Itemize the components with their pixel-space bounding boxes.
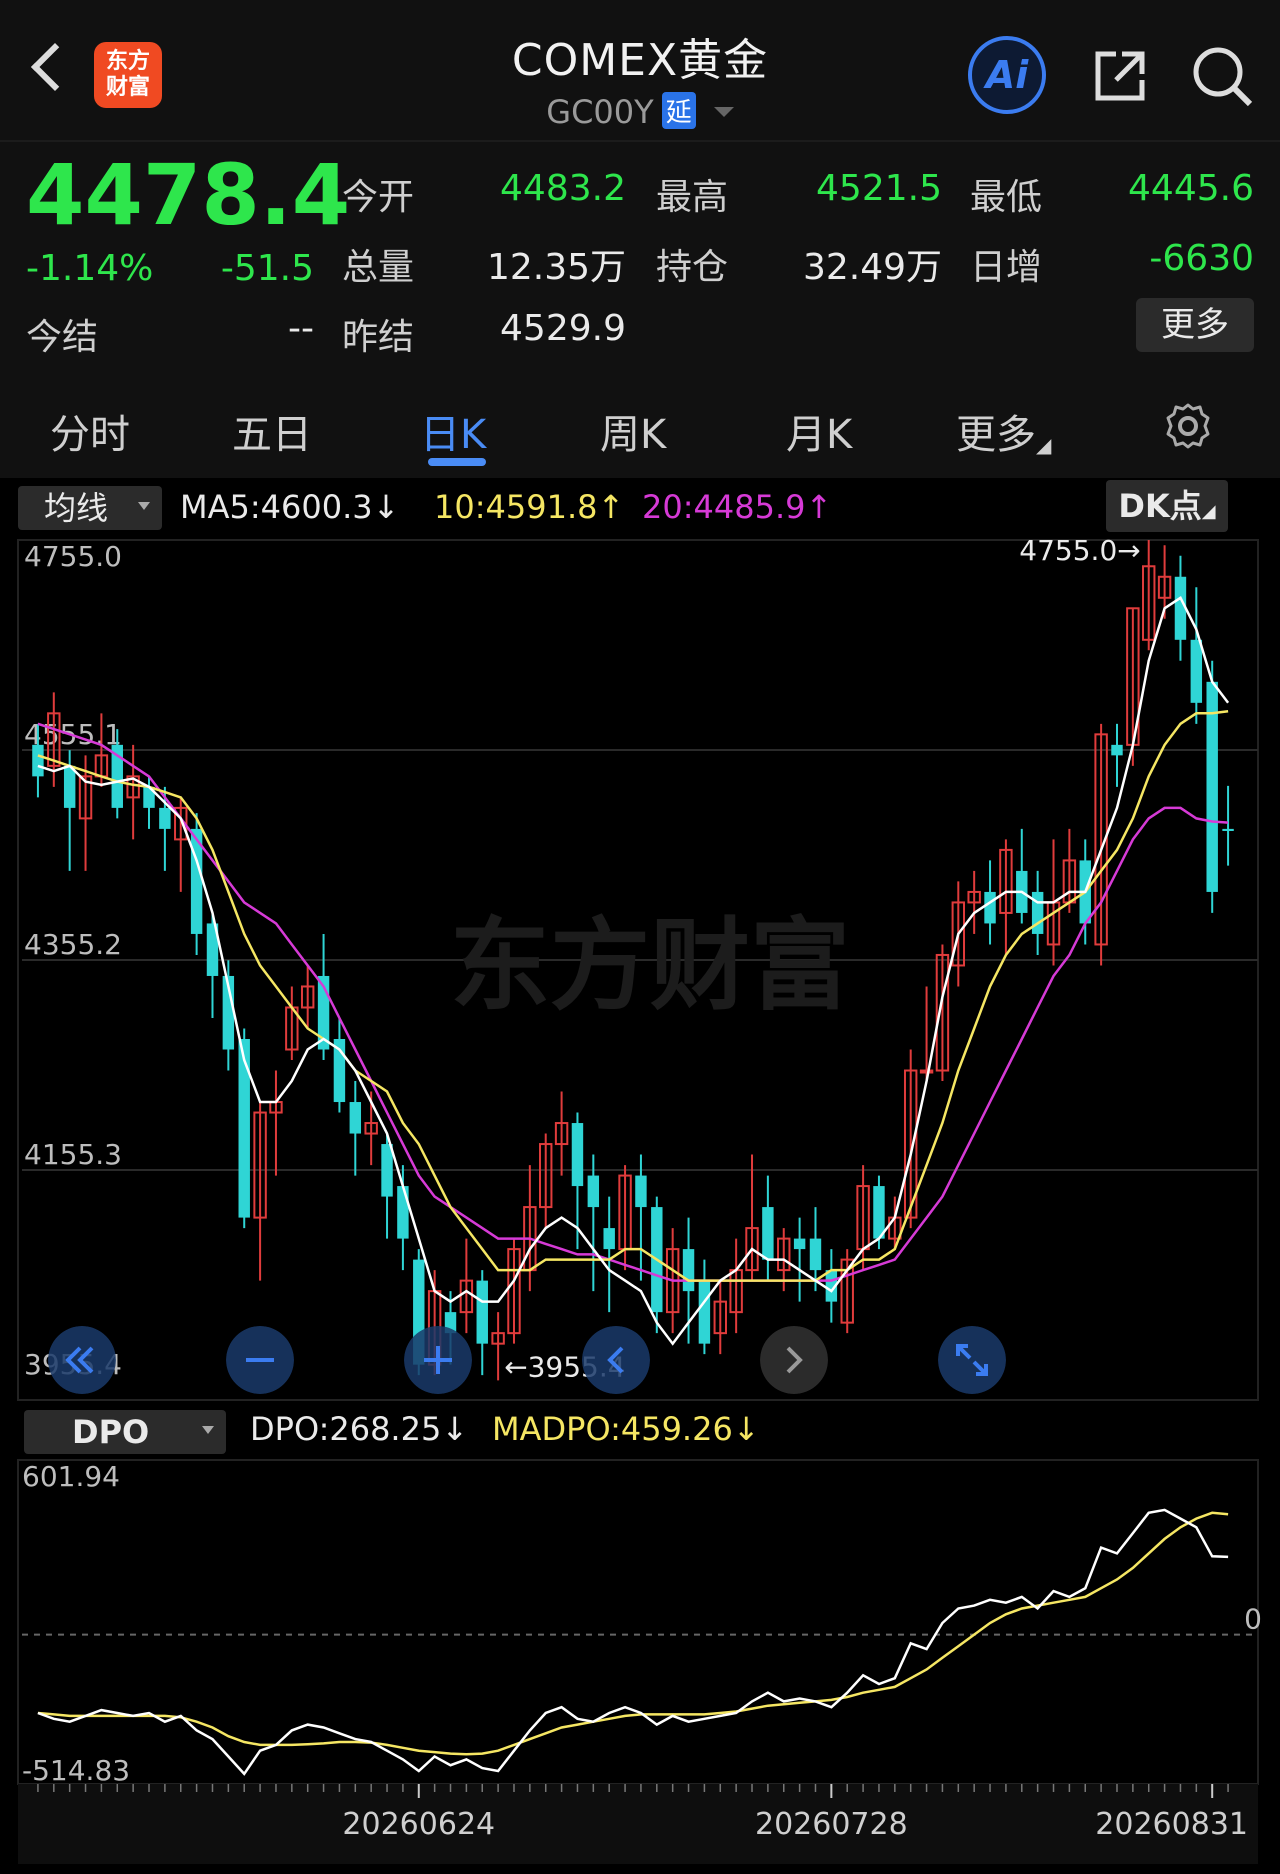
candle-body [809,1238,822,1271]
x-axis-band [18,1784,1258,1864]
y-tick-label: 4155.3 [24,1138,122,1171]
zoom-in-icon[interactable] [404,1326,472,1394]
y-axis-labels: 4755.04555.14355.24155.33955.4 [24,540,122,1381]
candle-body [381,1144,393,1197]
scroll-left-icon[interactable] [582,1326,650,1394]
candle-body [397,1186,409,1239]
high-marker: 4755.0→ [1019,534,1140,567]
candle-body [793,1238,806,1250]
candle-body [1222,828,1234,831]
dpo-tick-label: 601.94 [22,1460,120,1493]
candle-body [238,1038,250,1218]
candle-body [919,1069,934,1074]
candle-body [476,1280,488,1344]
candle-body [698,1280,711,1344]
scroll-right-icon[interactable] [760,1326,828,1394]
candle-body [587,1175,600,1208]
candle-body [159,807,171,829]
y-tick-label: 4355.2 [24,928,122,961]
candle-body [1111,744,1123,756]
candle-body [1190,639,1203,703]
candle-body [63,765,76,808]
candle-body [571,1123,584,1187]
dpo-subchart: 601.94 0 -514.83 [17,1459,1262,1787]
candle-body [762,1207,774,1260]
madpo-line [37,1511,1229,1756]
watermark: 东方财富 [450,907,850,1024]
candle-body [349,1102,362,1134]
x-tick-label: 20260831 [1095,1807,1248,1842]
dpo-tick-label: -514.83 [22,1754,130,1787]
x-tick-label: 20260624 [342,1807,495,1842]
fullscreen-icon[interactable] [938,1326,1006,1394]
candle-body [32,744,44,777]
candle-body [984,891,996,924]
candle-body [682,1249,695,1292]
dpo-line [37,1508,1229,1776]
scroll-left-fast-icon[interactable] [48,1326,116,1394]
x-axis: 20260624 20260728 20260831 [18,1784,1258,1864]
candle-body [1031,891,1044,934]
zoom-out-icon[interactable] [226,1326,294,1394]
x-tick-label: 20260728 [755,1807,908,1842]
candle-body [873,1186,885,1239]
kline-chart[interactable]: 东方财富 4755.04555.14355.24155.33955.4 4755… [0,0,1280,1874]
y-tick-label: 4755.0 [24,540,122,573]
dpo-tick-label: 0 [1244,1603,1262,1636]
candle-body [603,1228,615,1250]
candle-body [635,1175,647,1208]
